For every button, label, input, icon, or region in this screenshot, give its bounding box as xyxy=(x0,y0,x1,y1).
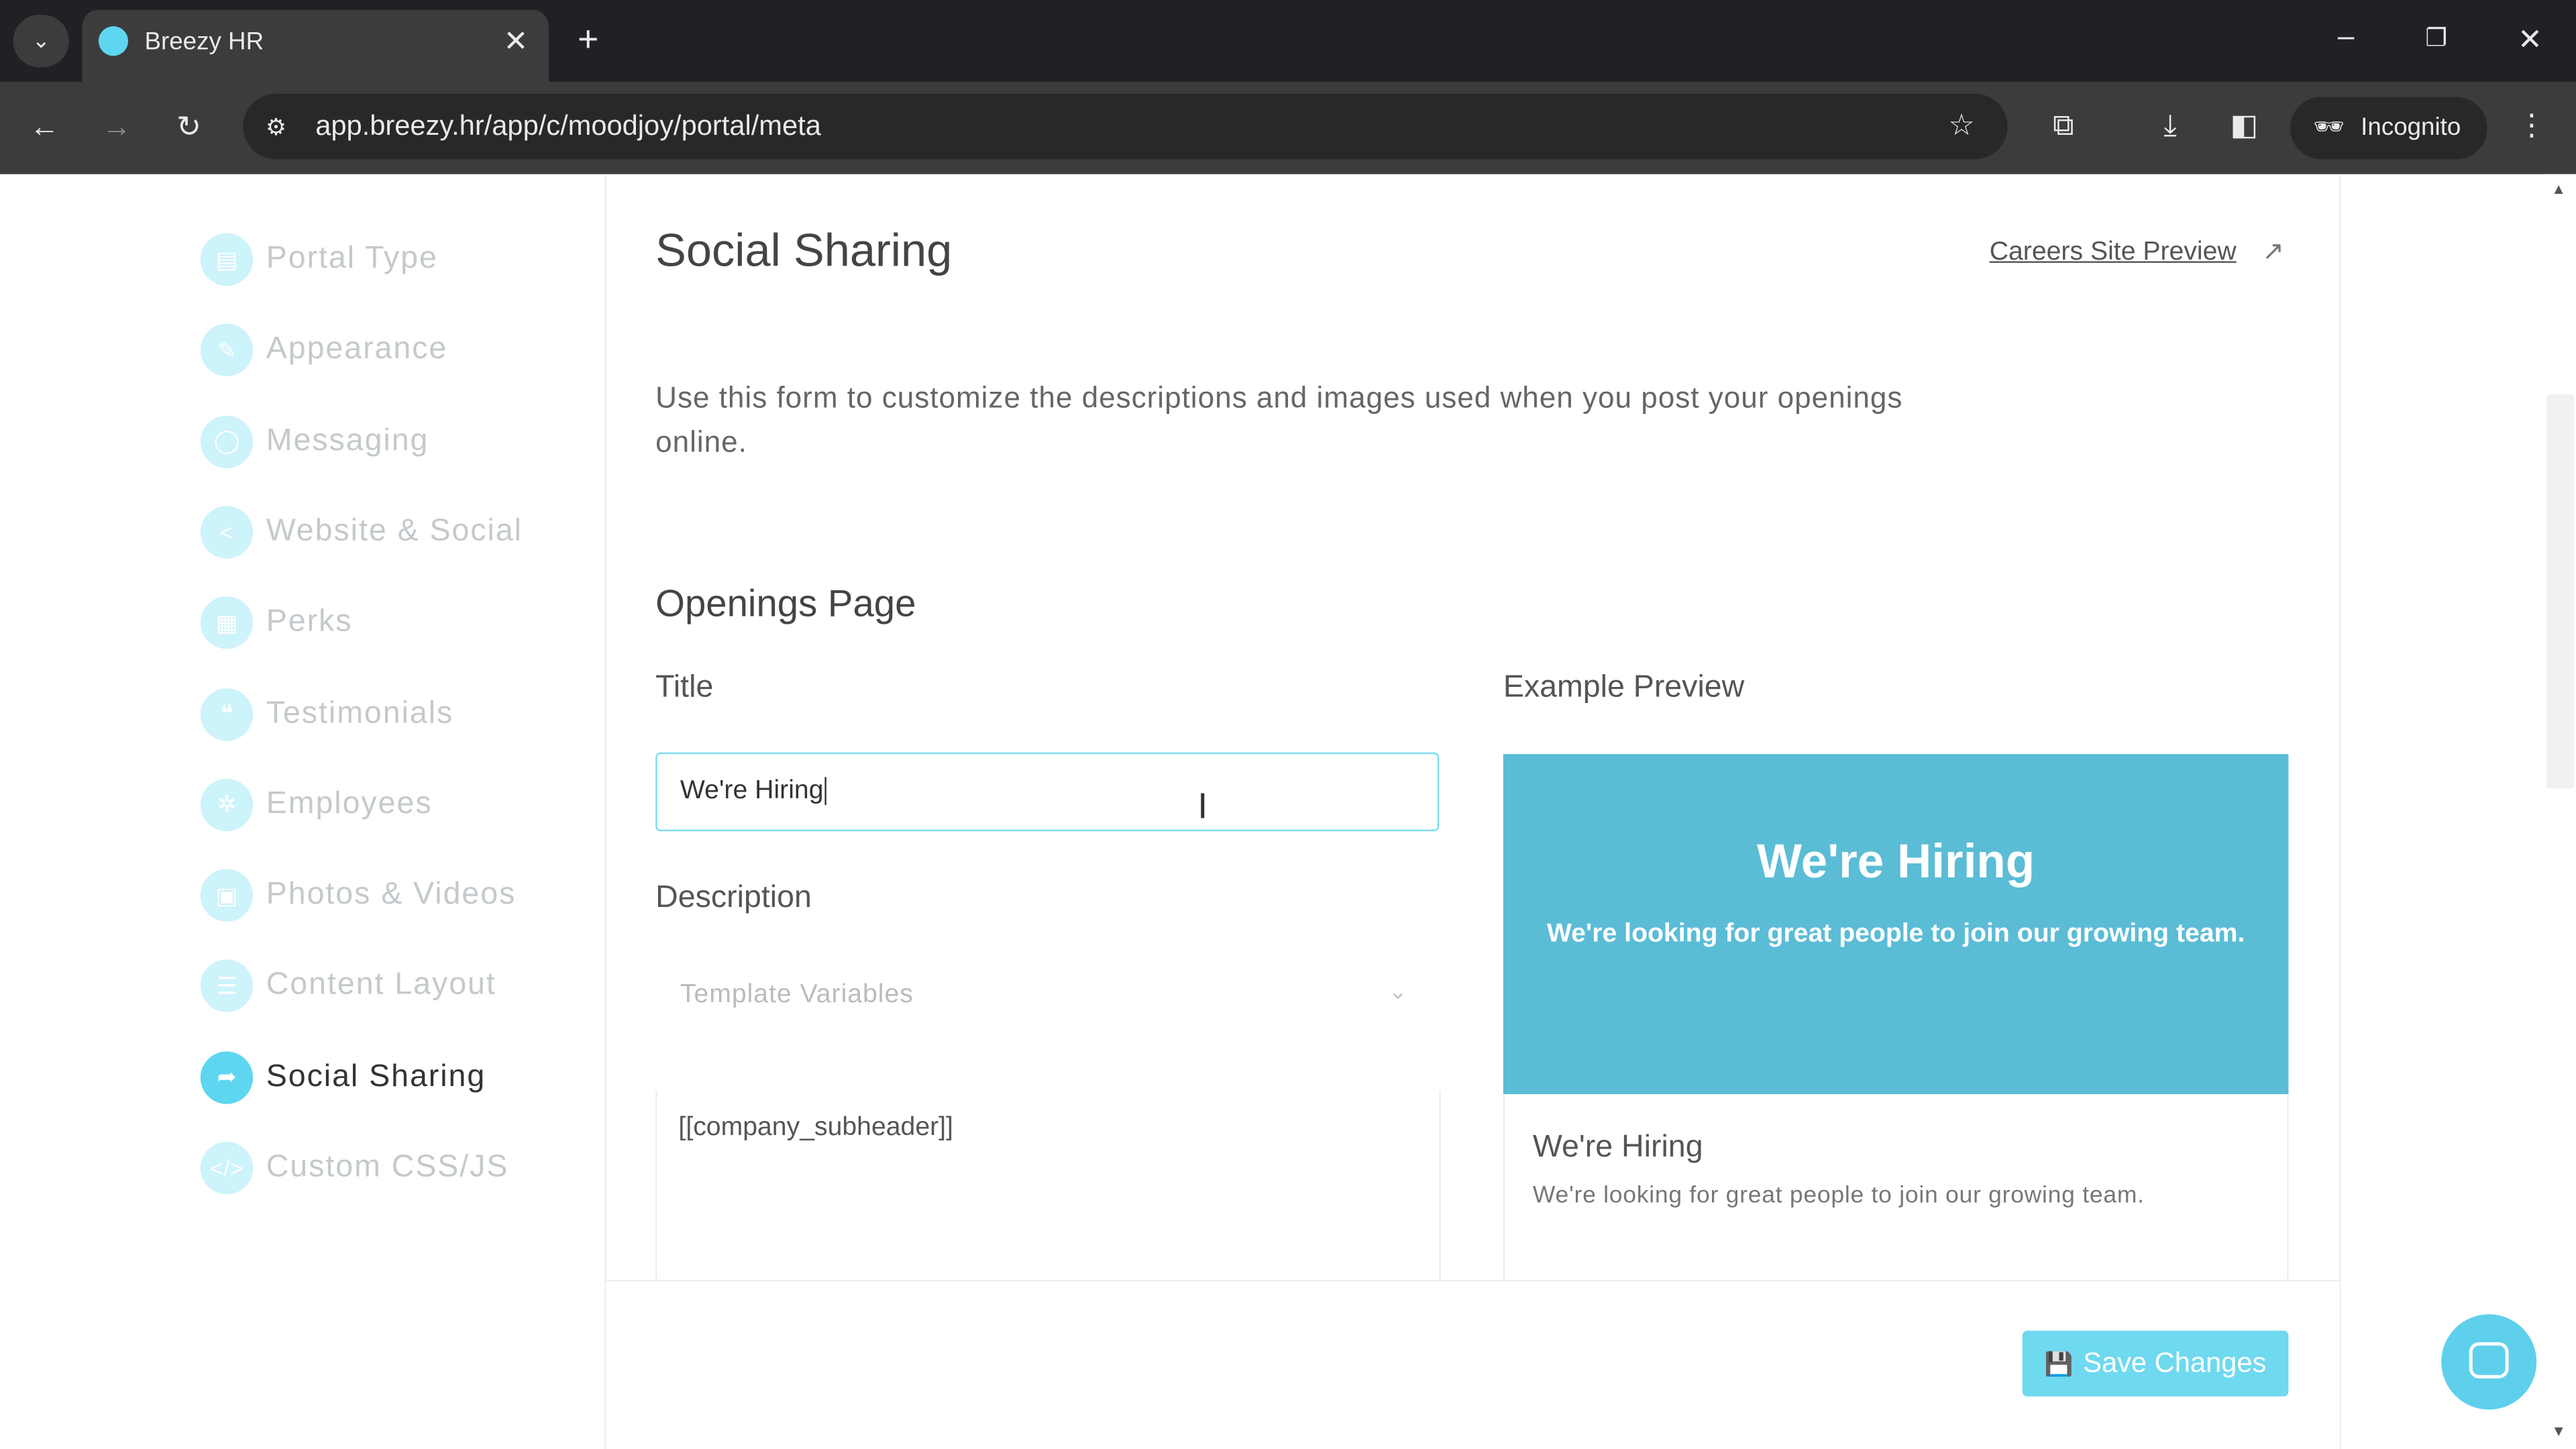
chat-bubble-icon: ◯ xyxy=(200,415,254,468)
description-value: [[company_subheader]] xyxy=(678,1114,953,1142)
divider xyxy=(2339,174,2341,1449)
external-link-icon[interactable]: ↗ xyxy=(2262,235,2284,268)
template-variables-dropdown[interactable]: Template Variables ⌄ xyxy=(655,959,1439,1032)
sidebar-item-label: Website & Social xyxy=(266,514,523,549)
chat-icon xyxy=(2469,1342,2509,1379)
page-title: Social Sharing xyxy=(655,225,953,276)
save-disk-icon: 💾 xyxy=(2044,1349,2074,1377)
grid-icon: ▤ xyxy=(200,233,254,286)
share-arrow-icon: ➦ xyxy=(200,1051,254,1104)
sidebar-item-perks[interactable]: ▦ Perks xyxy=(200,595,353,651)
menu-icon[interactable]: ⋮ xyxy=(2514,109,2550,142)
sidebar-item-label: Testimonials xyxy=(266,696,454,731)
close-tab-icon[interactable]: ✕ xyxy=(499,25,532,58)
image-icon: ▣ xyxy=(200,869,254,922)
sidebar-item-label: Social Sharing xyxy=(266,1059,486,1094)
intro-text: Use this form to customize the descripti… xyxy=(655,381,1903,459)
preview-image-subtitle: We're looking for great people to join o… xyxy=(1546,920,2245,949)
sidebar-item-label: Custom CSS/JS xyxy=(266,1150,509,1185)
restore-icon[interactable]: ❐ xyxy=(2420,23,2453,56)
sidebar-item-social-sharing[interactable]: ➦ Social Sharing xyxy=(200,1049,486,1105)
sidebar-item-website-social[interactable]: < Website & Social xyxy=(200,504,523,560)
minimize-icon[interactable]: – xyxy=(2330,19,2363,52)
incognito-icon: 🕶 xyxy=(2313,113,2345,142)
back-icon[interactable]: ← xyxy=(26,110,62,143)
close-window-icon[interactable]: ✕ xyxy=(2514,23,2546,56)
list-icon: ☰ xyxy=(200,960,254,1013)
save-label: Save Changes xyxy=(2083,1347,2267,1379)
section-title: Openings Page xyxy=(655,581,916,625)
share-icon: < xyxy=(200,506,254,559)
tab-title: Breezy HR xyxy=(144,28,264,56)
sidebar-item-label: Appearance xyxy=(266,332,448,367)
description-label: Description xyxy=(655,880,812,916)
gift-icon: ▦ xyxy=(200,596,254,649)
careers-site-preview-link[interactable]: Careers Site Preview xyxy=(1990,238,2237,268)
brush-icon: ✎ xyxy=(200,324,254,377)
sidebar-item-messaging[interactable]: ◯ Messaging xyxy=(200,413,429,469)
page-scrollbar[interactable]: ▲ ▼ xyxy=(2544,174,2576,1449)
people-icon: ✲ xyxy=(200,778,254,831)
template-variables-label: Template Variables xyxy=(680,981,914,1009)
new-tab-icon[interactable]: + xyxy=(570,21,606,57)
preview-image: We're Hiring We're looking for great peo… xyxy=(1503,754,2289,1095)
incognito-label: Incognito xyxy=(2361,113,2461,142)
side-panel-icon[interactable]: ◧ xyxy=(2226,109,2262,142)
incognito-badge[interactable]: 🕶 Incognito xyxy=(2290,97,2487,160)
tab-search-button[interactable]: ⌄ xyxy=(13,15,69,68)
download-icon[interactable]: ⤓ xyxy=(2152,109,2188,142)
scroll-down-icon[interactable]: ▼ xyxy=(2551,1423,2566,1439)
title-input[interactable]: We're Hiring xyxy=(655,752,1440,832)
text-cursor-icon: I xyxy=(1197,785,1208,826)
url-text[interactable]: app.breezy.hr/app/c/moodjoy/portal/meta xyxy=(315,110,821,143)
divider xyxy=(604,174,606,1449)
sidebar-item-testimonials[interactable]: ❝ Testimonials xyxy=(200,686,454,741)
sidebar-item-custom-css-js[interactable]: </> Custom CSS/JS xyxy=(200,1140,509,1196)
preview-card-text: We're looking for great people to join o… xyxy=(1532,1183,2145,1210)
breezy-favicon-icon xyxy=(98,26,129,56)
preview-image-title: We're Hiring xyxy=(1757,836,2035,889)
preview-card: We're Hiring We're looking for great peo… xyxy=(1503,1094,2289,1282)
forward-icon[interactable]: → xyxy=(99,110,135,143)
title-label: Title xyxy=(655,670,714,705)
example-preview-label: Example Preview xyxy=(1503,670,1745,705)
sidebar-item-appearance[interactable]: ✎ Appearance xyxy=(200,323,448,378)
quotes-icon: ❝ xyxy=(200,687,254,741)
sidebar-item-label: Photos & Videos xyxy=(266,877,517,912)
description-textarea[interactable]: [[company_subheader]] xyxy=(655,1091,1441,1282)
chevron-down-icon: ⌄ xyxy=(1388,977,1408,1004)
sidebar-item-label: Perks xyxy=(266,604,353,640)
site-settings-icon[interactable]: ⚙ xyxy=(258,110,294,143)
sidebar-item-label: Portal Type xyxy=(266,241,438,276)
sidebar-item-portal-type[interactable]: ▤ Portal Type xyxy=(200,231,438,287)
scrollbar-thumb[interactable] xyxy=(2546,394,2575,789)
save-changes-button[interactable]: 💾 Save Changes xyxy=(2022,1330,2289,1397)
sidebar-item-label: Messaging xyxy=(266,423,429,458)
sidebar-item-label: Content Layout xyxy=(266,968,496,1003)
title-input-value: We're Hiring xyxy=(680,777,824,806)
sidebar-item-label: Employees xyxy=(266,786,433,821)
extensions-icon[interactable]: ⧉ xyxy=(2045,109,2082,142)
preview-card-title: We're Hiring xyxy=(1532,1130,1703,1165)
code-icon: </> xyxy=(200,1142,254,1195)
sidebar-item-employees[interactable]: ✲ Employees xyxy=(200,777,433,833)
reload-icon[interactable]: ↻ xyxy=(171,110,207,143)
scroll-up-icon[interactable]: ▲ xyxy=(2551,180,2566,197)
sidebar-item-photos-videos[interactable]: ▣ Photos & Videos xyxy=(200,867,517,923)
chat-support-button[interactable] xyxy=(2441,1314,2537,1410)
bookmark-star-icon[interactable]: ☆ xyxy=(1943,109,1980,142)
sidebar-item-content-layout[interactable]: ☰ Content Layout xyxy=(200,959,496,1014)
